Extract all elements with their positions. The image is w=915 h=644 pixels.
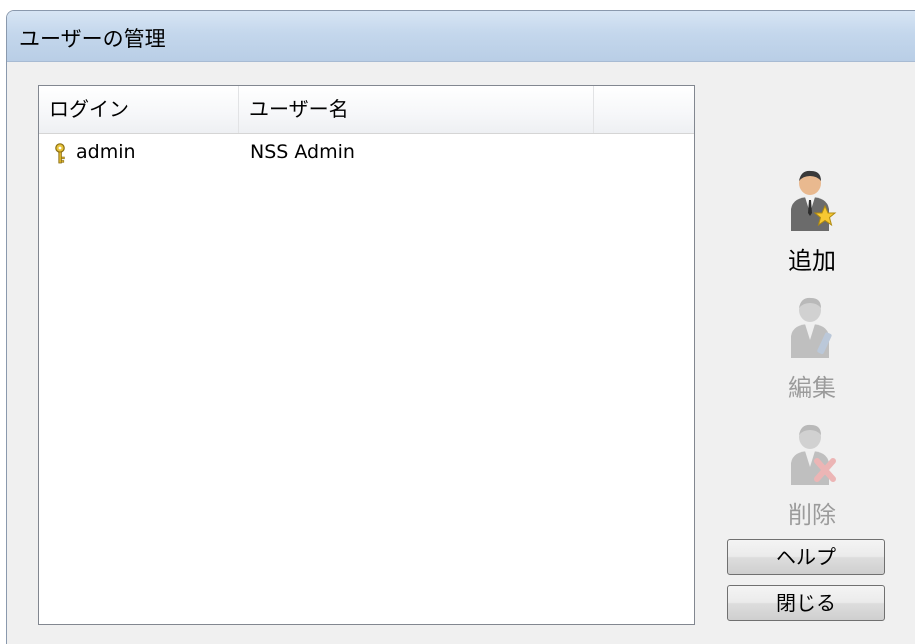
user-add-icon bbox=[791, 170, 837, 231]
table-row[interactable]: admin NSS Admin bbox=[39, 134, 694, 170]
list-header: ログイン ユーザー名 bbox=[39, 86, 694, 134]
delete-label: 削除 bbox=[788, 501, 836, 529]
window-title: ユーザーの管理 bbox=[19, 27, 166, 51]
edit-user-button[interactable]: 編集 bbox=[762, 296, 862, 403]
add-label: 追加 bbox=[788, 247, 836, 275]
add-user-button[interactable]: 追加 bbox=[762, 169, 862, 276]
help-button[interactable]: ヘルプ bbox=[727, 539, 885, 575]
user-list[interactable]: ログイン ユーザー名 admin NSS Admin bbox=[38, 85, 695, 625]
edit-label: 編集 bbox=[788, 374, 836, 402]
user-delete-icon bbox=[791, 424, 836, 485]
login-cell: admin bbox=[76, 141, 136, 163]
column-header-empty bbox=[594, 86, 694, 133]
delete-user-button[interactable]: 削除 bbox=[762, 423, 862, 530]
user-name-cell: NSS Admin bbox=[250, 141, 355, 163]
key-icon bbox=[53, 141, 67, 177]
user-edit-icon bbox=[791, 297, 832, 358]
column-header-login[interactable]: ログイン bbox=[39, 86, 239, 133]
close-button[interactable]: 閉じる bbox=[727, 585, 885, 621]
user-management-dialog: ユーザーの管理 ログイン ユーザー名 admin NSS Admin 追加 編集… bbox=[6, 10, 915, 644]
column-header-user-name[interactable]: ユーザー名 bbox=[239, 86, 594, 133]
title-bar[interactable]: ユーザーの管理 bbox=[7, 11, 915, 62]
